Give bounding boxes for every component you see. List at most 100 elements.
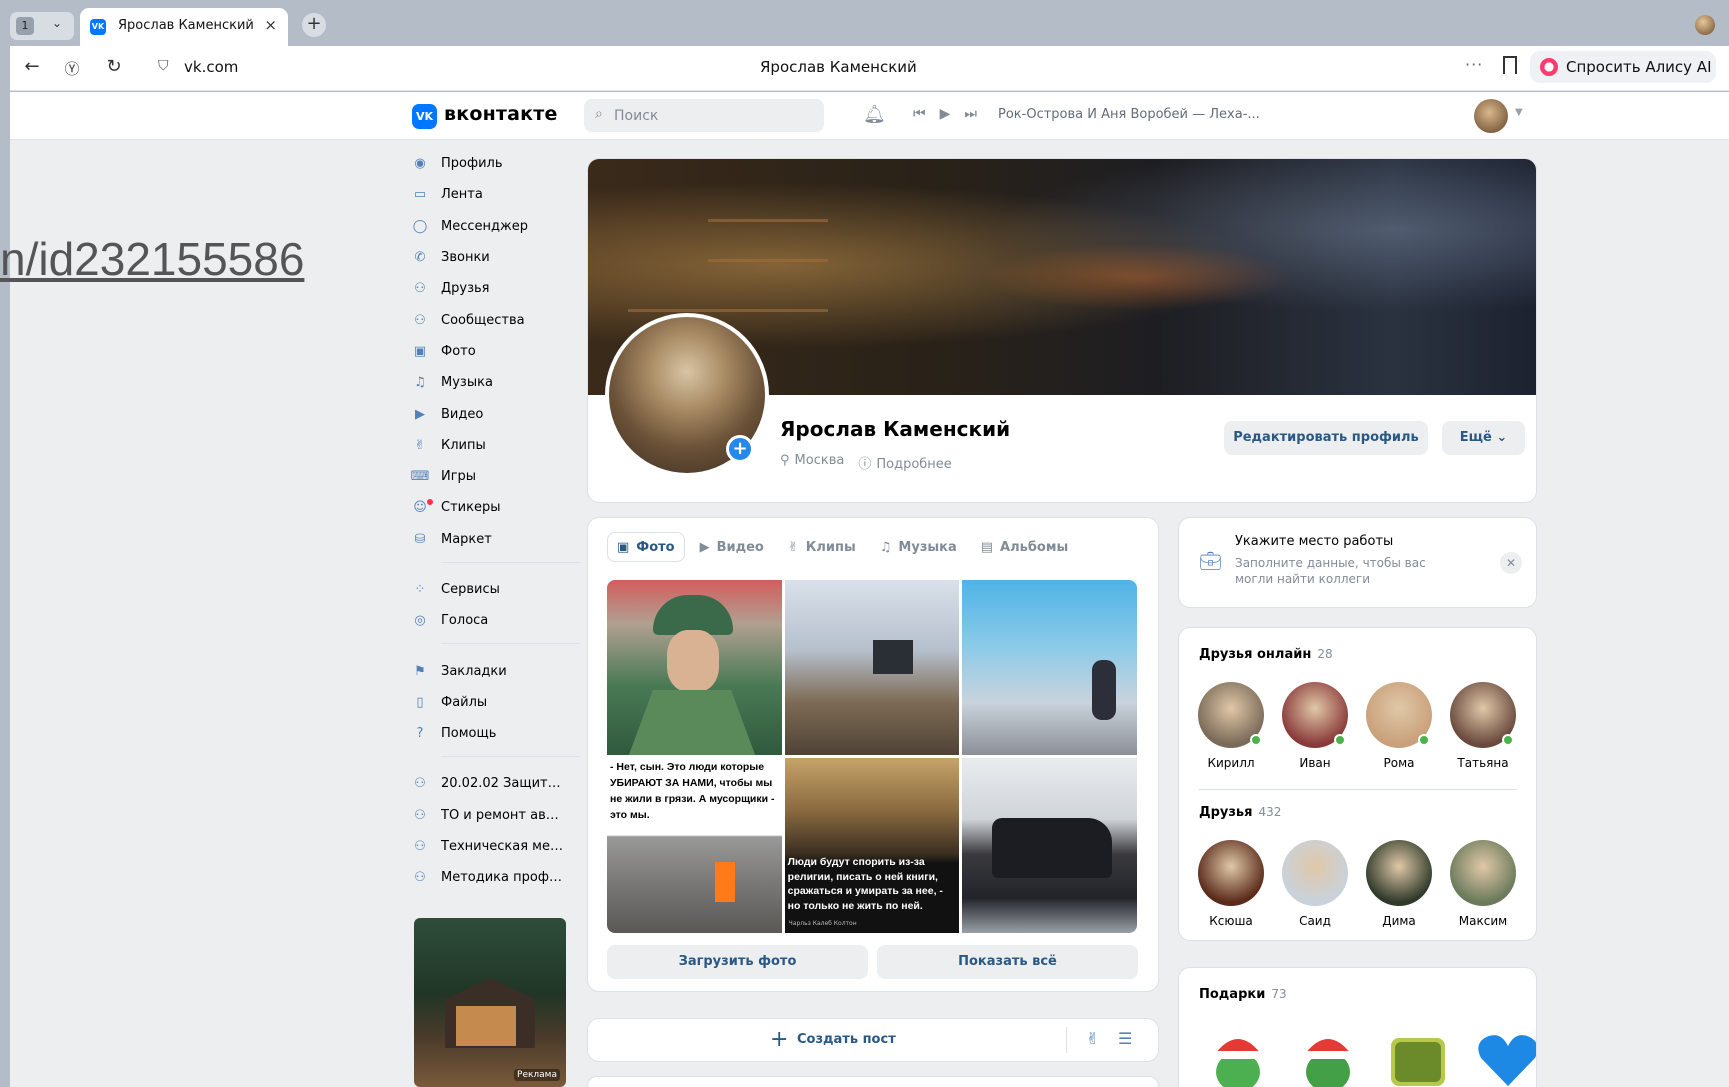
overlay-url-fragment: n/id232155586	[0, 233, 305, 285]
photo-thumbnail[interactable]	[784, 580, 960, 755]
friends-online-header[interactable]: Друзья онлайн 28	[1199, 647, 1333, 662]
clips-icon[interactable]: ✌︎	[1086, 1029, 1099, 1048]
search-input[interactable]	[614, 99, 814, 132]
ask-alice-button[interactable]: Спросить Алису AI	[1530, 51, 1716, 83]
yandex-logo-icon[interactable]: Ⓨ	[60, 58, 84, 79]
sidebar-item[interactable]: ▶ Видео	[410, 398, 580, 429]
more-dots-icon[interactable]: ···	[1465, 55, 1483, 74]
friend-item[interactable]: Ксюша	[1193, 840, 1269, 928]
sidebar-item[interactable]: ⌨ Игры	[410, 461, 580, 492]
gift-item[interactable]	[1293, 1024, 1363, 1087]
online-indicator	[1418, 734, 1430, 746]
sidebar-item[interactable]: ⚇ 20.02.02 Защита в...	[410, 768, 580, 799]
sidebar-item[interactable]: ✌︎ Клипы	[410, 430, 580, 461]
help-icon: ?	[416, 726, 424, 742]
tab-counter-button[interactable]: 1 ⌄	[10, 12, 74, 40]
friend-item[interactable]: Иван	[1277, 682, 1353, 770]
friend-avatar	[1282, 840, 1348, 906]
friend-item[interactable]: Дима	[1361, 840, 1437, 928]
friend-item[interactable]: Рома	[1361, 682, 1437, 770]
more-info-link[interactable]: ⓘ Подробнее	[858, 453, 951, 472]
friends-header[interactable]: Друзья 432	[1199, 805, 1281, 820]
sidebar-item[interactable]: ♫ Музыка	[410, 367, 580, 398]
gift-item[interactable]	[1473, 1024, 1536, 1087]
sidebar-item[interactable]: ⚑ Закладки	[410, 655, 580, 686]
reload-icon[interactable]: ↻	[102, 56, 126, 77]
friend-item[interactable]: Кирилл	[1193, 682, 1269, 770]
create-post-button[interactable]: Создать пост	[797, 1032, 896, 1047]
upload-photo-button[interactable]: Загрузить фото	[607, 945, 868, 979]
sidebar-item[interactable]: ▣ Фото	[410, 336, 580, 367]
photo-thumbnail[interactable]	[962, 758, 1137, 933]
sidebar-item[interactable]: ◎ Голоса	[410, 605, 580, 636]
sidebar-item[interactable]: ✆ Звонки	[410, 242, 580, 273]
sidebar-item[interactable]: ⚇ Сообщества	[410, 304, 580, 335]
sidebar-item-label: Закладки	[441, 663, 507, 679]
sidebar-item[interactable]: ? Помощь	[410, 718, 580, 749]
sidebar-item[interactable]: ◯ Мессенджер	[410, 211, 580, 242]
sidebar-item[interactable]: ▭ Лента	[410, 179, 580, 210]
media-tab[interactable]: ▶ Видео	[691, 532, 773, 562]
sidebar-item[interactable]: ⚇ Друзья	[410, 273, 580, 304]
friends-online-count: 28	[1317, 647, 1333, 661]
sidebar-item[interactable]: ▯ Файлы	[410, 687, 580, 718]
media-tab[interactable]: ✌︎ Клипы	[779, 532, 865, 562]
chevron-down-icon[interactable]: ▼	[1515, 107, 1523, 118]
photo-thumbnail[interactable]	[962, 580, 1137, 755]
left-sidebar: ◉ Профиль ▭ Лента ◯ Мессенджер ✆ Звонки ⚇ Друзья ⚇…	[410, 148, 580, 894]
vk-wordmark[interactable]: вконтакте	[444, 103, 558, 125]
media-tab[interactable]: ▤ Альбомы	[972, 532, 1078, 562]
friend-name: Иван	[1299, 756, 1331, 770]
sidebar-item[interactable]: ⚇ Методика профес...	[410, 862, 580, 893]
plus-icon[interactable]: +	[770, 1027, 788, 1052]
friend-avatar	[1198, 840, 1264, 906]
play-icon[interactable]: ▶	[940, 106, 951, 122]
search-box[interactable]: ⌕	[584, 99, 824, 132]
sidebar-item[interactable]: ⛁ Маркет	[410, 524, 580, 555]
sort-icon[interactable]: ☰	[1118, 1029, 1132, 1048]
bell-icon[interactable]: 🔔︎	[863, 104, 886, 125]
sidebar-divider	[441, 643, 580, 645]
sidebar-item[interactable]: ◉ Профиль	[410, 148, 580, 179]
add-photo-plus-icon[interactable]: +	[726, 435, 754, 463]
photo-thumbnail[interactable]	[607, 580, 782, 755]
sidebar-item[interactable]: ⁘ Сервисы	[410, 574, 580, 605]
sidebar-advertisement[interactable]: Реклама	[414, 918, 566, 1087]
show-all-button[interactable]: Показать всё	[877, 945, 1138, 979]
header-avatar[interactable]	[1474, 99, 1508, 133]
next-track-icon[interactable]: ⏭	[964, 106, 977, 122]
work-prompt-title[interactable]: Укажите место работы	[1235, 534, 1393, 549]
sidebar-item[interactable]: ☺ Стикеры	[410, 492, 580, 523]
photo-thumbnail[interactable]: - Нет, сын. Это люди которые УБИРАЮТ ЗА …	[607, 758, 782, 933]
ad-image-detail	[456, 1006, 516, 1046]
chevron-down-icon: ⌄	[52, 16, 63, 30]
media-tab[interactable]: ▣ Фото	[607, 532, 685, 562]
media-tab[interactable]: ♫ Музыка	[871, 532, 966, 562]
sidebar-item[interactable]: ⚇ Техническая меха...	[410, 831, 580, 862]
browser-profile-avatar[interactable]	[1695, 15, 1715, 35]
friend-item[interactable]: Максим	[1445, 840, 1521, 928]
shield-icon[interactable]: ⛉	[158, 58, 169, 74]
back-arrow-icon[interactable]: ←	[20, 56, 44, 77]
more-button[interactable]: Ещё ⌄	[1442, 421, 1525, 455]
vk-logo-icon[interactable]: VK	[412, 104, 437, 129]
previous-track-icon[interactable]: ⏮	[913, 106, 926, 122]
now-playing-track[interactable]: Рок-Острова И Аня Воробей — Леха-...	[998, 107, 1260, 122]
edit-profile-button[interactable]: Редактировать профиль	[1224, 421, 1428, 455]
bookmark-icon[interactable]	[1503, 56, 1517, 74]
url-text[interactable]: vk.com	[184, 58, 238, 76]
browser-tab-active[interactable]: VK Ярослав Каменский ×	[80, 8, 288, 46]
gift-item[interactable]	[1383, 1024, 1453, 1087]
friend-item[interactable]: Татьяна	[1445, 682, 1521, 770]
gift-item[interactable]	[1203, 1024, 1273, 1087]
sidebar-item[interactable]: ⚇ ТО и ремонт авто...	[410, 800, 580, 831]
friends-icon: ⚇	[414, 281, 426, 297]
new-tab-button[interactable]: +	[302, 13, 326, 37]
photo-thumbnail[interactable]: Люди будут спорить из-за религии, писать…	[784, 758, 960, 933]
close-icon[interactable]: ×	[264, 16, 277, 34]
friend-item[interactable]: Саид	[1277, 840, 1353, 928]
tab-count: 1	[16, 17, 34, 35]
quote-author: Чарльз Калеб Колтон	[788, 920, 857, 927]
gifts-header[interactable]: Подарки 73	[1199, 987, 1287, 1002]
close-icon[interactable]: ✕	[1500, 552, 1522, 574]
